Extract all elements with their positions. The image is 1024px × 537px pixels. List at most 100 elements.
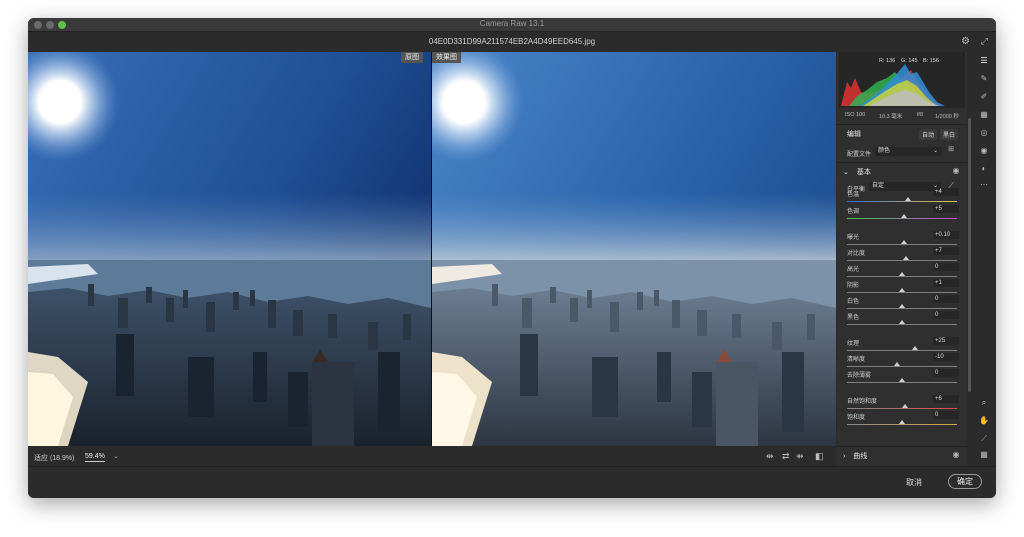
edit-sliders-icon[interactable]: ☰: [978, 56, 990, 65]
slider-thumb[interactable]: [899, 378, 905, 382]
slider-label: 黑色: [847, 315, 860, 321]
slider-value-input[interactable]: 0: [933, 369, 959, 377]
slider-track[interactable]: [847, 218, 957, 219]
white-balance-select[interactable]: 自定 ⌄: [869, 182, 941, 191]
zoom-icon[interactable]: ⌕: [978, 398, 990, 408]
profile-select[interactable]: 颜色 ⌄: [875, 147, 941, 156]
edit-title: 编辑: [847, 131, 861, 138]
slider-track[interactable]: [847, 308, 957, 309]
slider-thumb[interactable]: [899, 272, 905, 276]
red-eye-icon[interactable]: ◉: [978, 146, 990, 155]
image-canvas[interactable]: 原图 效果图: [28, 52, 836, 446]
slider-label: 饱和度: [847, 415, 866, 421]
slider-track[interactable]: [847, 201, 957, 202]
slider-label: 对比度: [847, 251, 866, 257]
slider-thumb[interactable]: [899, 320, 905, 324]
visibility-eye-icon[interactable]: ◉: [950, 450, 962, 459]
slider-value-input[interactable]: -10: [933, 353, 959, 361]
histogram-b-value: B: 156: [923, 58, 939, 64]
curves-section-toggle[interactable]: › 曲线: [843, 451, 867, 461]
slider-thumb[interactable]: [904, 197, 911, 201]
slider-thumb[interactable]: [893, 362, 900, 366]
slider-label: 白色: [847, 299, 860, 305]
grid-icon[interactable]: ▦: [978, 450, 990, 459]
slider-value-input[interactable]: 0: [933, 311, 959, 319]
graduated-filter-icon[interactable]: ▦: [978, 110, 990, 119]
curves-section-title: 曲线: [853, 453, 868, 460]
expand-icon[interactable]: ⤢: [981, 36, 988, 47]
slider-label: 自然饱和度: [847, 399, 878, 405]
chevron-down-icon[interactable]: ⌄: [113, 452, 119, 460]
auto-button[interactable]: 自动: [919, 129, 938, 140]
slider-value-input[interactable]: +6: [933, 395, 959, 403]
chevron-down-icon: ⌄: [843, 169, 849, 176]
gear-icon[interactable]: ⚙: [961, 36, 970, 47]
zoom-fit-button[interactable]: 适应 (18.9%): [34, 453, 74, 463]
slider-value-input[interactable]: +1: [933, 279, 959, 287]
footer-bar: 取消 确定: [28, 466, 996, 498]
slider-label: 去除薄雾: [847, 373, 872, 379]
window-title: Camera Raw 13.1: [479, 19, 545, 28]
radial-filter-icon[interactable]: ◎: [978, 128, 990, 137]
after-image: 效果图: [432, 52, 836, 446]
basic-section-title: 基本: [856, 169, 871, 176]
healing-brush-icon[interactable]: ✎: [978, 74, 990, 83]
slider-thumb[interactable]: [901, 240, 908, 244]
histogram-r-value: R: 136: [879, 58, 896, 64]
slider-value-input[interactable]: +0.10: [933, 231, 959, 239]
slider-label: 纹理: [847, 341, 860, 347]
slider-track[interactable]: [847, 366, 957, 367]
slider-track[interactable]: [847, 382, 957, 383]
before-after-split-icon[interactable]: ⇹: [766, 451, 774, 462]
ok-button[interactable]: 确定: [948, 474, 982, 489]
slider-value-input[interactable]: +7: [933, 247, 959, 255]
adjustment-brush-icon[interactable]: ✐: [978, 92, 990, 101]
toggle-view-icon[interactable]: ◧: [815, 451, 824, 462]
chevron-right-icon: ›: [843, 453, 846, 460]
slider-track[interactable]: [847, 260, 957, 261]
before-label: 原图: [401, 52, 423, 63]
slider-value-input[interactable]: 0: [933, 295, 959, 303]
slider-thumb[interactable]: [902, 404, 909, 408]
slider-value-input[interactable]: +4: [933, 188, 959, 196]
file-bar: 04E0D331D99A211574EB2A4D49EED645.jpg ⚙ ⤢: [28, 32, 996, 52]
slider-track[interactable]: [847, 424, 957, 425]
profile-select-value: 颜色: [878, 148, 891, 154]
slider-value-input[interactable]: +25: [933, 337, 959, 345]
before-image: 原图: [28, 52, 431, 446]
slider-track[interactable]: [847, 292, 957, 293]
basic-section-toggle[interactable]: ⌄ 基本: [843, 167, 871, 177]
slider-track[interactable]: [847, 276, 957, 277]
camera-focal-length: 10.3 毫米: [879, 114, 903, 120]
after-label: 效果图: [432, 52, 461, 63]
camera-iso: ISO 100: [845, 112, 866, 118]
slider-track[interactable]: [847, 324, 957, 325]
browse-profiles-icon[interactable]: ⊞: [945, 145, 957, 153]
swap-icon[interactable]: ⇄: [782, 451, 790, 462]
hand-icon[interactable]: ✋: [978, 416, 990, 425]
slider-label: 高光: [847, 267, 860, 273]
profile-label: 配置文件: [847, 152, 872, 158]
color-sampler-icon[interactable]: ⟋: [978, 434, 990, 444]
slider-thumb[interactable]: [899, 420, 905, 424]
slider-track[interactable]: [847, 244, 957, 245]
slider-thumb[interactable]: [912, 346, 919, 350]
cancel-button[interactable]: 取消: [906, 477, 922, 488]
presets-icon[interactable]: ◐: [978, 164, 990, 173]
slider-track[interactable]: [847, 408, 957, 409]
slider-thumb[interactable]: [899, 288, 905, 292]
slider-value-input[interactable]: 0: [933, 263, 959, 271]
visibility-eye-icon[interactable]: ◉: [950, 166, 962, 175]
slider-track[interactable]: [847, 350, 957, 351]
more-icon[interactable]: ⋯: [978, 180, 990, 189]
copy-settings-icon[interactable]: ⇻: [796, 451, 804, 462]
slider-value-input[interactable]: +5: [933, 205, 959, 213]
slider-thumb[interactable]: [899, 304, 905, 308]
black-white-button[interactable]: 黑白: [940, 129, 959, 140]
zoom-level[interactable]: 59.4%: [85, 453, 105, 462]
camera-aperture: f/8: [917, 112, 924, 118]
title-bar: Camera Raw 13.1: [28, 18, 996, 32]
slider-thumb[interactable]: [903, 256, 910, 260]
slider-thumb[interactable]: [901, 214, 908, 218]
slider-value-input[interactable]: 0: [933, 411, 959, 419]
